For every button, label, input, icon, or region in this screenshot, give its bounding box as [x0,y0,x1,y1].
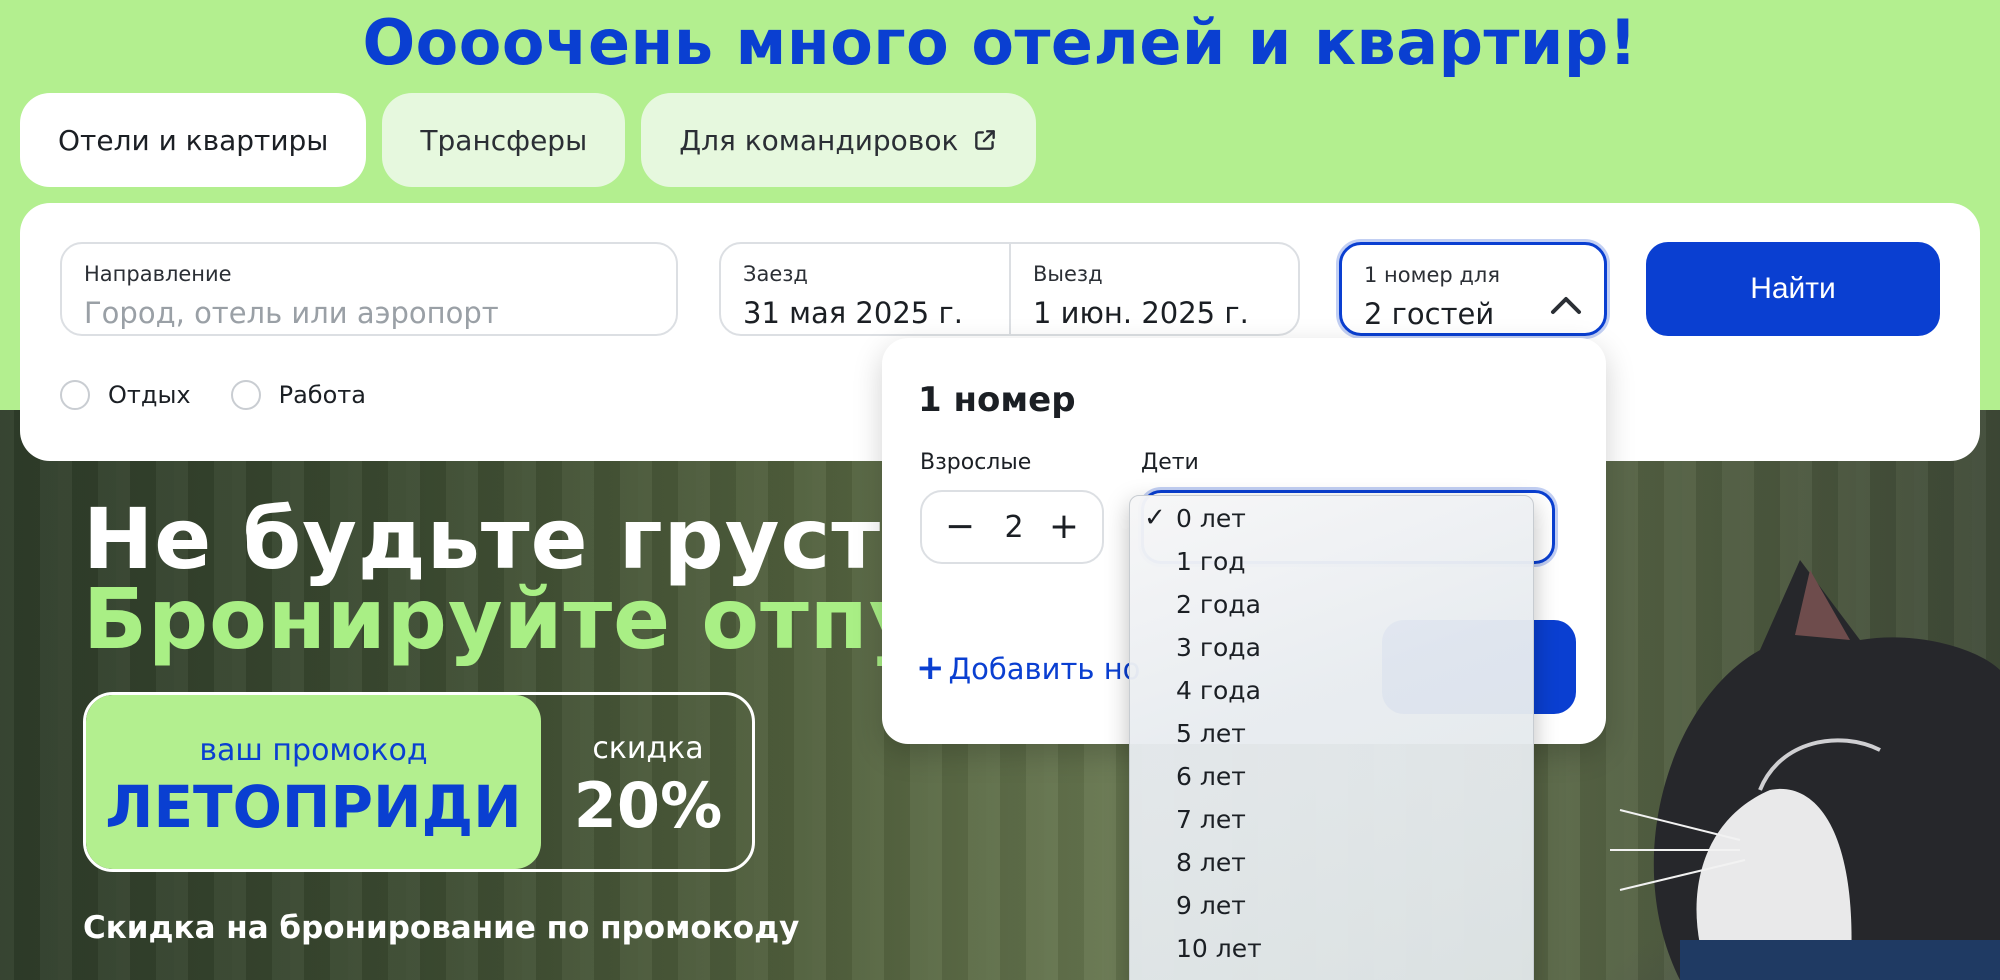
promo-discount-label: скидка [592,731,704,766]
service-tabs: Отели и квартиры Трансферы Для командиро… [20,93,1037,187]
destination-label: Направление [84,262,232,286]
children-age-dropdown: ✓ 0 лет 1 год 2 года 3 года 4 года 5 лет 6 лет 7… [1129,495,1534,980]
cat-image [1610,560,2000,980]
destination-field[interactable]: Направление Город, отель или аэропорт [60,242,678,336]
age-option-label: 0 лет [1176,504,1246,533]
page-title: Оооочень много отелей и квартир! [362,6,1638,79]
age-option-label: 2 года [1176,590,1261,619]
guests-label: 1 номер для [1364,263,1500,287]
promo-code: ЛЕТОПРИДИ [105,773,522,841]
age-option[interactable]: 1 год [1130,541,1533,584]
age-option[interactable]: 2 года [1130,584,1533,627]
add-room-link[interactable]: + Добавить но [916,648,1140,688]
age-option-label: 3 года [1176,633,1261,662]
age-option-label: 5 лет [1176,719,1246,748]
destination-input[interactable]: Город, отель или аэропорт [84,296,499,330]
promo-discount: 20% [573,769,723,842]
checkout-label: Выезд [1033,262,1103,286]
age-option[interactable]: 8 лет [1130,842,1533,885]
age-option[interactable]: 6 лет [1130,756,1533,799]
add-room-label: Добавить но [948,652,1141,686]
checkin-value: 31 мая 2025 г. [743,296,963,330]
radio-leisure[interactable] [60,380,90,410]
checkout-field[interactable]: Выезд 1 июн. 2025 г. [1011,244,1300,334]
tab-label: Для командировок [679,123,959,157]
age-option[interactable]: 5 лет [1130,713,1533,756]
age-option-label: 9 лет [1176,891,1246,920]
tab-hotels[interactable]: Отели и квартиры [20,93,367,187]
radio-leisure-label[interactable]: Отдых [108,381,191,409]
checkin-label: Заезд [743,262,808,286]
radio-work-label[interactable]: Работа [279,381,366,409]
checkmark-icon: ✓ [1144,503,1166,533]
checkout-value: 1 июн. 2025 г. [1033,296,1249,330]
promo-subtitle: Скидка на бронирование по промокоду [83,910,800,946]
age-option-label: 6 лет [1176,762,1246,791]
guests-value: 2 гостей [1364,297,1495,331]
checkin-field[interactable]: Заезд 31 мая 2025 г. [721,244,1009,334]
chevron-up-icon [1551,297,1581,314]
promo-code-label: ваш промокод [199,733,428,768]
trip-type-radios: Отдых Работа [60,380,406,410]
age-option-label: 4 года [1176,676,1261,705]
dates-field: Заезд 31 мая 2025 г. Выезд 1 июн. 2025 г… [719,242,1300,336]
adults-stepper: − 2 + [920,490,1104,564]
tab-transfers[interactable]: Трансферы [382,93,626,187]
age-option-label: 8 лет [1176,848,1246,877]
children-label: Дети [1141,450,1199,475]
age-option[interactable]: 3 года [1130,627,1533,670]
radio-work[interactable] [230,380,261,410]
adults-increment-button[interactable]: + [1042,505,1086,549]
room-title: 1 номер [918,380,1076,420]
tab-label: Трансферы [420,123,588,157]
age-option-label: 1 год [1176,547,1246,576]
promo-code-box: ваш промокод ЛЕТОПРИДИ скидка 20% [83,692,755,872]
age-option[interactable]: 10 лет [1130,928,1533,971]
tab-label: Отели и квартиры [58,123,329,157]
find-button[interactable]: Найти [1646,242,1940,336]
age-option[interactable]: ✓ 0 лет [1130,498,1533,541]
tab-business-trips[interactable]: Для командировок [641,93,1037,187]
plus-icon: + [916,648,945,688]
age-option[interactable]: 9 лет [1130,885,1533,928]
age-option[interactable]: 4 года [1130,670,1533,713]
age-option-label: 10 лет [1176,934,1262,963]
guests-field[interactable]: 1 номер для 2 гостей [1339,242,1607,336]
external-link-icon [975,130,996,150]
age-option[interactable]: 7 лет [1130,799,1533,842]
adults-label: Взрослые [920,450,1032,475]
age-option-label: 7 лет [1176,805,1246,834]
